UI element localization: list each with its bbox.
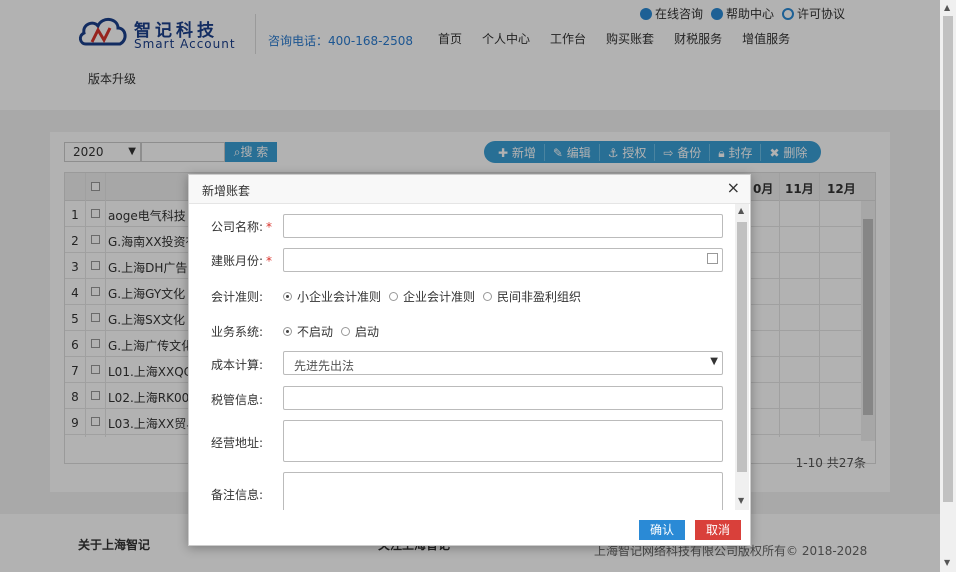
accounting-standard-label: 会计准则: bbox=[211, 290, 264, 304]
standard-option-enterprise-label: 企业会计准则 bbox=[403, 290, 476, 304]
start-month-input[interactable] bbox=[283, 248, 723, 272]
dialog-header: 新增账套 × bbox=[189, 175, 750, 204]
close-icon[interactable]: × bbox=[727, 180, 740, 196]
dialog-scrollbar[interactable]: ▲ ▼ bbox=[735, 204, 749, 510]
chevron-down-icon: ▼ bbox=[710, 356, 718, 367]
standard-option-nonprofit[interactable]: 民间非盈利组织 bbox=[483, 288, 581, 305]
business-option-on-label: 启动 bbox=[355, 325, 380, 339]
company-name-input[interactable] bbox=[283, 214, 723, 238]
address-label: 经营地址: bbox=[211, 436, 264, 450]
radio-unchecked-icon bbox=[341, 327, 351, 336]
remark-label: 备注信息: bbox=[211, 488, 264, 502]
radio-unchecked-icon bbox=[389, 292, 399, 301]
business-system-label: 业务系统: bbox=[211, 325, 264, 339]
dialog-body: 公司名称: * 建账月份: * 会计准则: 小企业会计准则 企业会计准则 民间非盈利… bbox=[189, 204, 752, 510]
scroll-down-icon[interactable]: ▼ bbox=[738, 496, 744, 505]
required-mark: * bbox=[266, 220, 273, 234]
cost-method-label: 成本计算: bbox=[211, 358, 264, 372]
business-option-off[interactable]: 不启动 bbox=[283, 323, 333, 340]
tax-info-input[interactable] bbox=[283, 386, 723, 410]
tax-info-label: 税管信息: bbox=[211, 393, 264, 407]
cancel-button[interactable]: 取消 bbox=[695, 520, 741, 540]
dialog-title: 新增账套 bbox=[202, 184, 251, 198]
scroll-up-icon[interactable]: ▲ bbox=[944, 3, 950, 12]
cost-method-value: 先进先出法 bbox=[294, 359, 355, 373]
accounting-standard-options: 小企业会计准则 企业会计准则 民间非盈利组织 bbox=[283, 288, 589, 305]
radio-unchecked-icon bbox=[483, 292, 493, 301]
standard-option-small[interactable]: 小企业会计准则 bbox=[283, 288, 381, 305]
confirm-button[interactable]: 确认 bbox=[639, 520, 685, 540]
business-system-options: 不启动 启动 bbox=[283, 323, 387, 340]
start-month-label: 建账月份: * bbox=[211, 252, 272, 269]
standard-option-small-label: 小企业会计准则 bbox=[297, 290, 382, 304]
radio-checked-icon bbox=[283, 292, 292, 301]
business-option-off-label: 不启动 bbox=[297, 325, 334, 339]
scroll-up-icon[interactable]: ▲ bbox=[738, 206, 744, 215]
dialog-scroll-thumb[interactable] bbox=[737, 222, 747, 472]
remark-textarea[interactable] bbox=[283, 472, 723, 510]
company-name-label-text: 公司名称: bbox=[211, 220, 264, 234]
address-textarea[interactable] bbox=[283, 420, 723, 462]
company-name-label: 公司名称: * bbox=[211, 218, 272, 235]
start-month-label-text: 建账月份: bbox=[211, 254, 264, 268]
standard-option-nonprofit-label: 民间非盈利组织 bbox=[497, 290, 582, 304]
cost-method-select[interactable]: 先进先出法 ▼ bbox=[283, 351, 723, 375]
required-mark: * bbox=[266, 254, 273, 268]
standard-option-enterprise[interactable]: 企业会计准则 bbox=[389, 288, 475, 305]
radio-checked-icon bbox=[283, 327, 292, 336]
calendar-icon[interactable] bbox=[707, 253, 718, 264]
scroll-down-icon[interactable]: ▼ bbox=[944, 558, 950, 567]
business-option-on[interactable]: 启动 bbox=[341, 323, 379, 340]
page-scroll-thumb[interactable] bbox=[943, 16, 953, 502]
add-account-dialog: 新增账套 × 公司名称: * 建账月份: * 会计准则: 小企业会计准则 企业会计准… bbox=[188, 174, 751, 546]
page-scrollbar[interactable]: ▲ ▼ bbox=[940, 0, 956, 572]
